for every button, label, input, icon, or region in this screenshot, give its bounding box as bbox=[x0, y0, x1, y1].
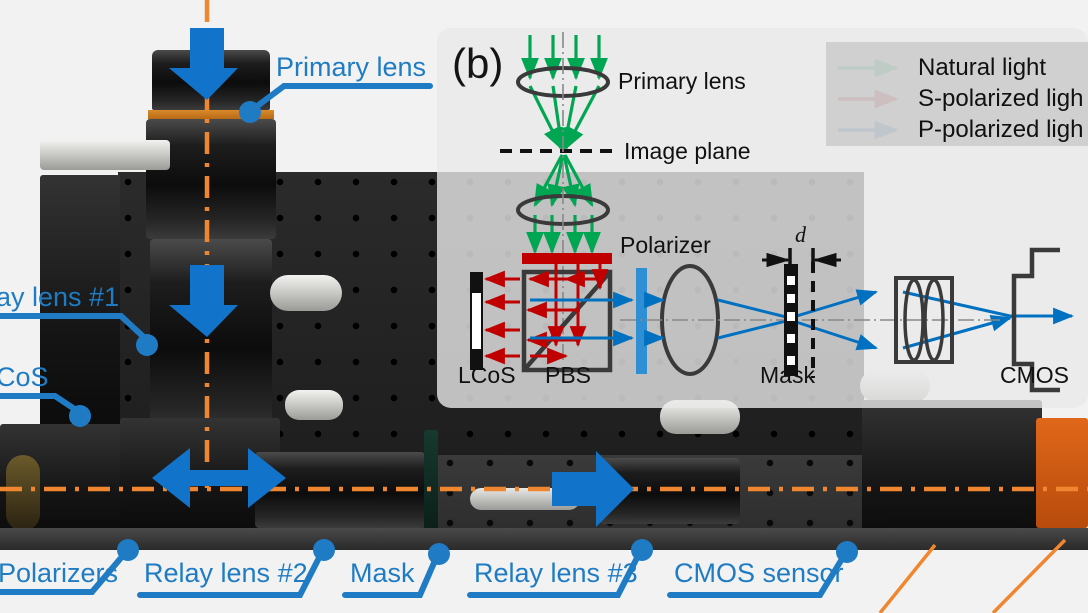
callout-relay-lens-3: Relay lens #3 bbox=[474, 558, 638, 588]
legend-label-natural-light: Natural light bbox=[918, 54, 1047, 81]
dot-polarizers bbox=[117, 539, 139, 561]
schematic-label-gap-d: d bbox=[795, 222, 806, 247]
callout-relay-lens-2: Relay lens #2 bbox=[144, 558, 308, 588]
callout-relay-lens-1: ay lens #1 bbox=[0, 282, 120, 312]
dot-mask bbox=[428, 543, 450, 565]
illumination-bar bbox=[522, 253, 612, 264]
callout-polarizers: Polarizers bbox=[0, 558, 119, 588]
legend-label-s-polarized: S-polarized ligh bbox=[918, 85, 1084, 112]
dot-primary-lens bbox=[239, 101, 261, 123]
schematic-label-image-plane: Image plane bbox=[624, 138, 751, 164]
panel-tag: (b) bbox=[452, 40, 504, 87]
callout-lcos: CoS bbox=[0, 362, 49, 392]
callout-primary-lens: Primary lens bbox=[276, 52, 427, 82]
s-polarized-rays bbox=[483, 264, 609, 365]
dot-lcos bbox=[69, 405, 91, 427]
schematic-label-pbs: PBS bbox=[545, 362, 592, 388]
dot-relay-lens-2 bbox=[313, 539, 335, 561]
schematic-label-lcos: LCoS bbox=[458, 362, 516, 388]
callout-cmos-sensor: CMOS sensor bbox=[674, 558, 844, 588]
schematic-label-cmos: CMOS bbox=[1000, 362, 1069, 388]
schematic-label-primary-lens: Primary lens bbox=[618, 68, 746, 94]
callout-mask: Mask bbox=[350, 558, 415, 588]
leader-lcos bbox=[0, 393, 85, 417]
schematic-label-polarizer: Polarizer bbox=[620, 232, 711, 258]
polarizer-symbol bbox=[636, 268, 647, 374]
dot-relay-lens-1 bbox=[136, 334, 158, 356]
leader-primary-lens bbox=[249, 83, 433, 113]
schematic-label-mask: Mask bbox=[760, 362, 815, 388]
legend-label-p-polarized: P-polarized ligh bbox=[918, 116, 1084, 143]
leader-relay-lens-1 bbox=[0, 313, 152, 345]
lcos-active-area bbox=[472, 293, 481, 349]
optical-setup-figure: (b) Primary lens Image plane Polarizer d… bbox=[0, 0, 1088, 613]
